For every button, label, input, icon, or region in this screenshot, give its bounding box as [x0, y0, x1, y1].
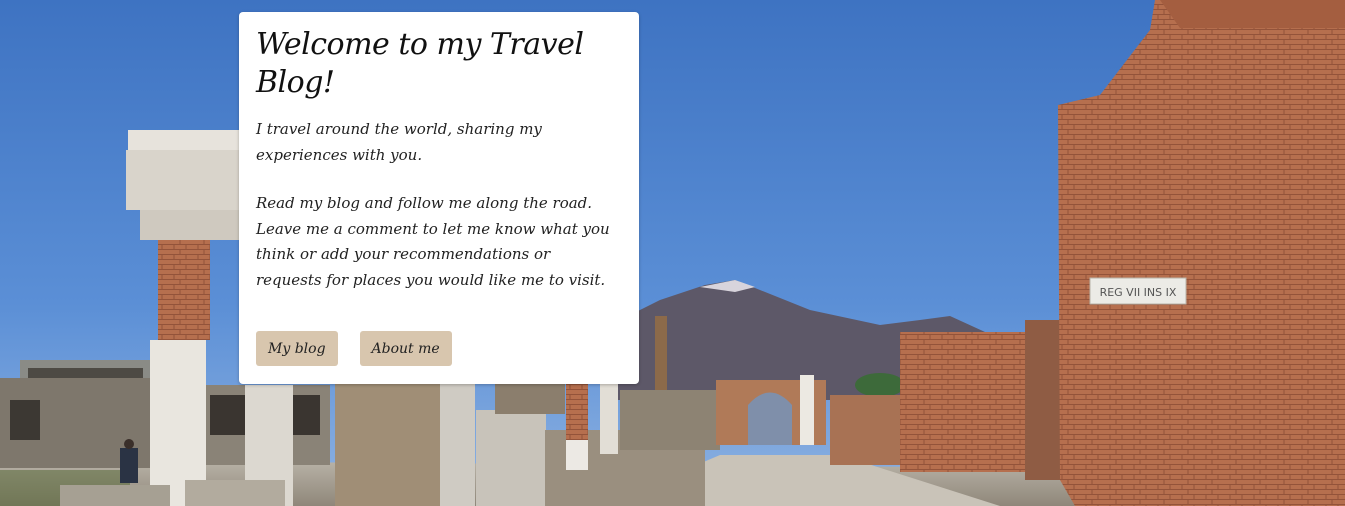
- background-photo: REG VII INS IX: [0, 0, 1345, 506]
- about-me-button[interactable]: About me: [359, 331, 452, 366]
- button-group: My blog About me: [256, 331, 452, 366]
- page-title: Welcome to my Travel Blog!: [256, 27, 584, 100]
- my-blog-button[interactable]: My blog: [256, 331, 338, 366]
- wall-sign-text: REG VII INS IX: [1100, 286, 1177, 299]
- intro-text: I travel around the world, sharing my ex…: [256, 120, 542, 164]
- welcome-card: Welcome to my Travel Blog! I travel arou…: [239, 12, 639, 384]
- body-text: Read my blog and follow me along the roa…: [256, 194, 610, 289]
